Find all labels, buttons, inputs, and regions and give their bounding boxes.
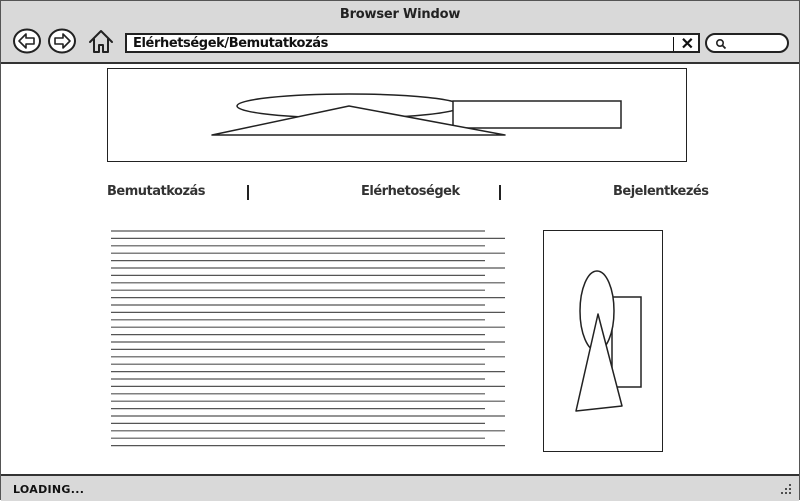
nav-link-bemutatkozas[interactable]: Bemutatkozás [107, 184, 206, 199]
nav-link-bejelentkezes[interactable]: Bejelentkezés [613, 184, 709, 199]
window-title: Browser Window [339, 7, 461, 22]
text-lines-placeholder [111, 230, 505, 447]
side-image-shapes [575, 270, 642, 412]
browser-window: Browser Window Elérhetségek/Bemutatkozás… [0, 0, 800, 501]
nav-separator [247, 185, 249, 200]
page-content: Bemutatkozás Elérhetoségek Bejelentkezés [1, 64, 799, 474]
title-bar: Browser Window Elérhetségek/Bemutatkozás… [1, 1, 799, 64]
status-text: LOADING... [13, 483, 85, 496]
nav-separator [499, 185, 501, 200]
address-bar[interactable]: Elérhetségek/Bemutatkozás ✕ [125, 33, 700, 53]
home-icon[interactable] [86, 28, 116, 54]
search-icon [715, 38, 727, 50]
text-cursor [673, 37, 674, 51]
search-field[interactable] [705, 33, 789, 53]
close-icon[interactable]: ✕ [681, 34, 694, 54]
banner-image-placeholder [107, 68, 687, 162]
address-text: Elérhetségek/Bemutatkozás [133, 36, 328, 51]
resize-grip-icon[interactable] [779, 482, 793, 496]
forward-arrow-icon[interactable] [48, 28, 76, 54]
nav-link-elerhetosegek[interactable]: Elérhetoségek [361, 184, 460, 199]
status-bar: LOADING... [1, 474, 799, 501]
side-image-placeholder [543, 230, 663, 452]
back-arrow-icon[interactable] [13, 28, 41, 54]
banner-shapes [211, 93, 622, 136]
